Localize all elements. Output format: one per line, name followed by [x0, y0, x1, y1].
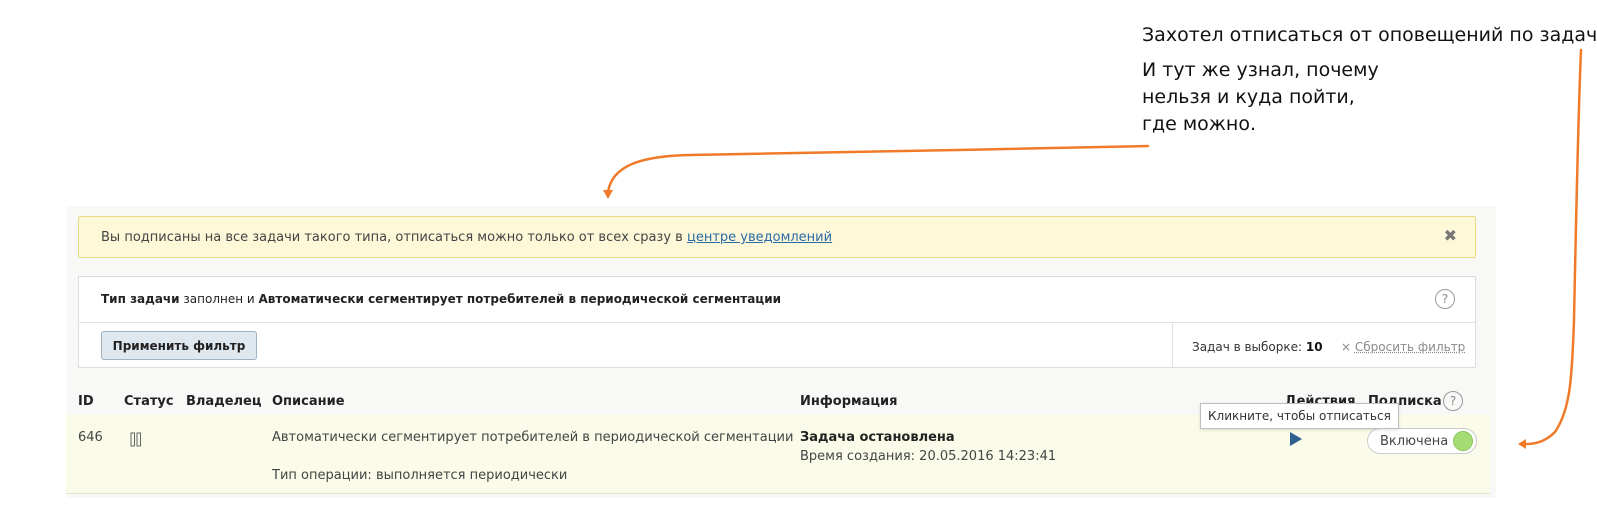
annotation-arrows — [603, 48, 1583, 449]
